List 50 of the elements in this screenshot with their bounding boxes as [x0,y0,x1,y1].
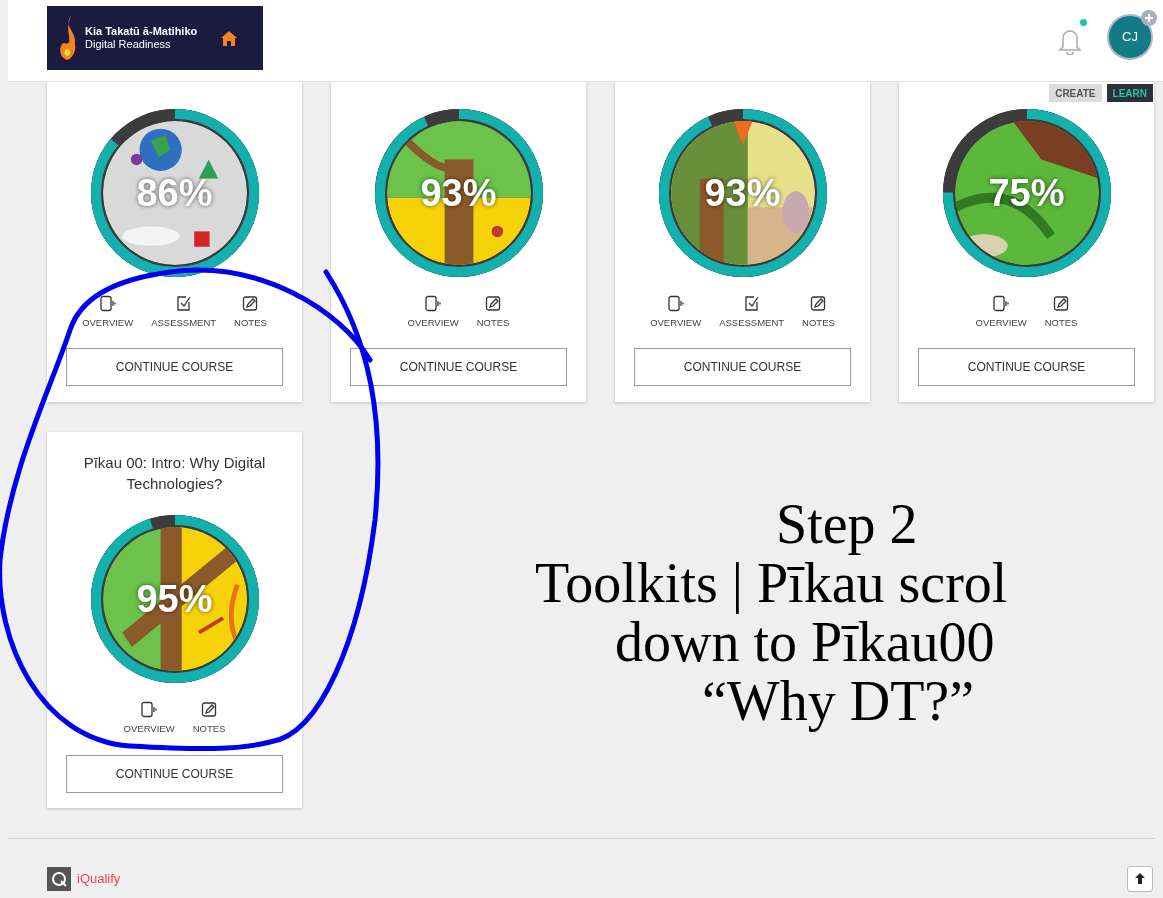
pencil-icon [201,701,217,719]
device-icon [993,295,1010,312]
checkmark-icon [743,295,760,312]
continue-course-button[interactable]: CONTINUE COURSE [634,348,851,387]
progress-percent: 93% [704,174,781,212]
q-logo-icon [47,866,71,891]
annotation-text: down to Pīkau00 [615,613,995,672]
overview-link[interactable]: OVERVIEW [82,295,134,331]
annotation-text: Step 2 [776,495,918,554]
assessment-link[interactable]: ASSESSMENT [151,295,217,331]
notes-link[interactable]: NOTES [234,295,267,331]
progress-percent: 75% [988,174,1065,212]
device-icon [425,295,442,312]
continue-course-button[interactable]: CONTINUE COURSE [66,754,283,793]
brand-logo[interactable]: Kia Takatū ā-Matihiko Digital Readiness [47,6,263,70]
device-icon [99,295,116,312]
notes-link[interactable]: NOTES [1044,295,1078,331]
notes-link[interactable]: NOTES [802,295,835,331]
user-avatar[interactable]: CJ [1107,14,1153,60]
progress-percent: 95% [136,580,213,619]
annotation-text: Toolkits | Pīkau scrol [535,554,1008,613]
device-icon [141,701,158,719]
arrow-up-icon [1135,873,1145,884]
pencil-icon [810,295,827,312]
pencil-icon [242,295,259,312]
checkmark-icon [175,295,192,312]
overview-link[interactable]: OVERVIEW [650,295,702,331]
plus-badge-icon[interactable] [1141,10,1157,26]
progress-percent: 86% [136,174,213,212]
overview-link[interactable]: OVERVIEW [975,295,1027,331]
annotation-text: “Why DT?” [702,672,975,731]
pencil-icon [485,295,501,312]
mode-tab[interactable]: LEARN [1106,84,1153,102]
continue-course-button[interactable]: CONTINUE COURSE [66,348,283,387]
progress-percent: 93% [420,174,497,212]
overview-link[interactable]: OVERVIEW [123,701,175,737]
brand-subtitle: Digital Readiness [85,38,172,51]
course-title: Pīkau 00: Intro: Why Digital Technologies? [82,453,267,495]
assessment-link[interactable]: ASSESSMENT [719,295,785,331]
notes-link[interactable]: NOTES [192,701,226,737]
scroll-top-button[interactable] [1127,865,1153,892]
mode-tab[interactable]: CREATE [1049,84,1102,102]
overview-link[interactable]: OVERVIEW [407,295,459,331]
device-icon [667,295,684,312]
continue-course-button[interactable]: CONTINUE COURSE [350,348,567,387]
brand-title: Kia Takatū ā-Matihiko [85,25,198,38]
pencil-icon [1053,295,1069,312]
continue-course-button[interactable]: CONTINUE COURSE [918,348,1135,387]
home-icon[interactable] [221,30,238,46]
notes-link[interactable]: NOTES [476,295,510,331]
